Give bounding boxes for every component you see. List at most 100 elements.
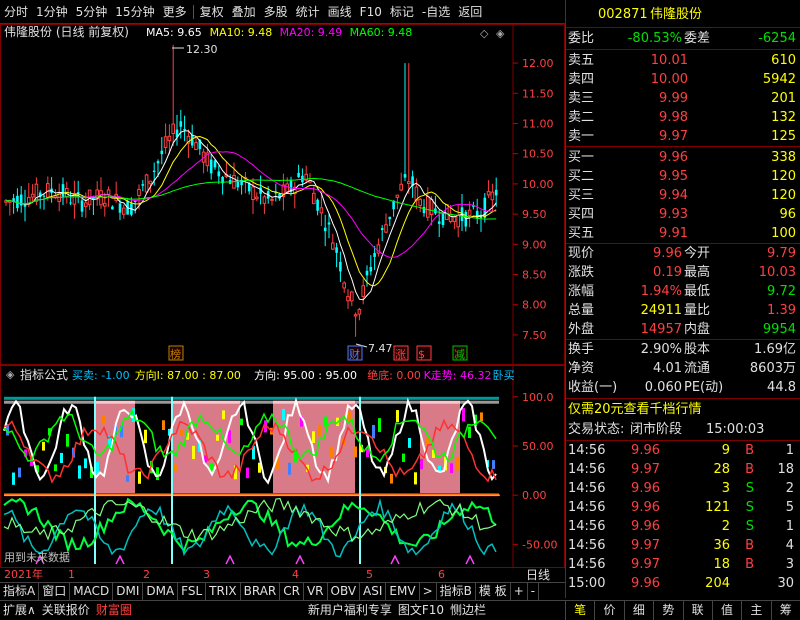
chart-area[interactable]: 伟隆股份 (日线 前复权) MA5: 9.65 MA10: 9.48 MA20: 9… <box>0 24 565 568</box>
candle-body[interactable] <box>152 170 156 172</box>
candle-body[interactable] <box>270 198 274 201</box>
event-marker-3[interactable]: $ <box>418 348 425 361</box>
toolbar-item-13[interactable]: 返回 <box>454 1 486 23</box>
candle-body[interactable] <box>486 191 491 196</box>
quote-tab-3[interactable]: 势 <box>653 601 682 620</box>
candle-body[interactable] <box>251 186 255 200</box>
candle-body[interactable] <box>297 172 300 178</box>
candle-body[interactable] <box>395 194 400 198</box>
bottom-bar-item-0[interactable]: 扩展∧ <box>0 601 39 620</box>
toolbar-item-3[interactable]: 15分钟 <box>111 1 158 23</box>
candle-body[interactable] <box>217 171 221 177</box>
candle-body[interactable] <box>316 199 319 211</box>
candle-body[interactable] <box>335 247 338 253</box>
indicator-tab-4[interactable]: DMA <box>143 583 179 600</box>
candle-body[interactable] <box>407 181 411 185</box>
bottom-bar-item-2[interactable]: 财富圈 <box>93 601 135 620</box>
candle-body[interactable] <box>373 253 376 257</box>
candle-body[interactable] <box>46 183 50 198</box>
indicator-tab-5[interactable]: FSL <box>178 583 207 600</box>
candle-body[interactable] <box>429 199 434 216</box>
candle-body[interactable] <box>312 192 316 205</box>
quote-tab-5[interactable]: 值 <box>711 601 741 620</box>
candle-body[interactable] <box>346 296 350 302</box>
candle-body[interactable] <box>319 207 324 214</box>
candle-body[interactable] <box>445 204 449 220</box>
bottom-bar-item-5[interactable]: 恻边栏 <box>447 601 489 620</box>
candle-body[interactable] <box>365 270 369 276</box>
quote-tab-4[interactable]: 联 <box>682 601 712 620</box>
bottom-bar-item-4[interactable]: 图文F10 <box>395 601 447 620</box>
candle-body[interactable] <box>456 215 460 228</box>
quote-tab-1[interactable]: 价 <box>594 601 623 620</box>
candle-body[interactable] <box>327 222 331 225</box>
indicator-tab-11[interactable]: ASI <box>360 583 387 600</box>
toolbar-item-0[interactable]: 分时 <box>0 1 32 23</box>
candle-body[interactable] <box>452 216 457 222</box>
candle-body[interactable] <box>42 195 46 197</box>
candlesticks[interactable] <box>4 44 498 337</box>
toolbar-item-11[interactable]: 标记 <box>386 1 418 23</box>
candle-body[interactable] <box>122 207 126 215</box>
candle-body[interactable] <box>418 198 422 206</box>
candle-body[interactable] <box>118 203 122 213</box>
candle-body[interactable] <box>111 206 114 210</box>
candle-body[interactable] <box>80 200 84 212</box>
toolbar-item-5[interactable]: 复权 <box>196 1 228 23</box>
candle-body[interactable] <box>141 184 145 186</box>
candle-body[interactable] <box>494 189 498 196</box>
promo-row[interactable]: 仅需20元查看千档行情 <box>566 401 800 419</box>
candle-body[interactable] <box>106 189 111 195</box>
candle-body[interactable] <box>99 190 103 206</box>
indicator-tab-0[interactable]: 指标A <box>0 583 40 600</box>
candle-body[interactable] <box>69 202 72 204</box>
candle-body[interactable] <box>171 123 175 134</box>
candle-body[interactable] <box>179 121 183 127</box>
candle-body[interactable] <box>369 266 373 272</box>
toolbar-item-2[interactable]: 5分钟 <box>72 1 112 23</box>
quote-tab-2[interactable]: 细 <box>623 601 653 620</box>
candle-body[interactable] <box>342 282 346 289</box>
quote-tab-0[interactable]: 笔 <box>565 601 594 620</box>
indicator-tab-15[interactable]: 模 板 <box>476 583 511 600</box>
indicator-tab-8[interactable]: CR <box>280 583 304 600</box>
candle-body[interactable] <box>388 216 392 220</box>
toolbar-item-1[interactable]: 1分钟 <box>32 1 72 23</box>
candle-body[interactable] <box>148 180 153 185</box>
candle-body[interactable] <box>467 209 472 217</box>
candle-body[interactable] <box>422 206 426 214</box>
toolbar-item-7[interactable]: 多股 <box>260 1 292 23</box>
toolbar-item-4[interactable]: 更多 <box>159 1 191 23</box>
bottom-bar-item-1[interactable]: 关联报价 <box>39 601 93 620</box>
toolbar-item-8[interactable]: 统计 <box>292 1 324 23</box>
candle-body[interactable] <box>339 261 342 272</box>
event-markers[interactable]: 榜 财 涨 $ 减 <box>168 345 468 361</box>
quote-tab-7[interactable]: 筹 <box>770 601 800 620</box>
toolbar-item-12[interactable]: -自选 <box>418 1 454 23</box>
candle-body[interactable] <box>353 314 358 317</box>
period-label[interactable]: 日线 <box>526 568 550 582</box>
candle-body[interactable] <box>262 196 267 204</box>
candle-body[interactable] <box>426 196 430 218</box>
candle-body[interactable] <box>194 142 198 151</box>
candle-body[interactable] <box>323 227 327 232</box>
indicator-tab-2[interactable]: MACD <box>70 583 114 600</box>
candle-body[interactable] <box>331 242 335 250</box>
candle-body[interactable] <box>361 285 365 297</box>
event-marker-2[interactable]: 涨 <box>395 348 406 361</box>
candle-body[interactable] <box>380 228 384 230</box>
indicator-tab-7[interactable]: BRAR <box>241 583 281 600</box>
candle-body[interactable] <box>61 184 65 198</box>
candle-body[interactable] <box>403 174 407 178</box>
indicator-tab-12[interactable]: EMV <box>386 583 420 600</box>
candle-body[interactable] <box>437 221 441 224</box>
indicator-tab-1[interactable]: 窗口 <box>39 583 71 600</box>
indicator-tab-14[interactable]: 指标B <box>437 583 476 600</box>
candle-body[interactable] <box>399 183 403 191</box>
candle-body[interactable] <box>156 161 160 164</box>
candle-body[interactable] <box>137 188 141 196</box>
indicator-tab-6[interactable]: TRIX <box>206 583 241 600</box>
indicator-tab-10[interactable]: OBV <box>328 583 361 600</box>
candle-body[interactable] <box>183 128 186 131</box>
candle-body[interactable] <box>167 135 172 142</box>
